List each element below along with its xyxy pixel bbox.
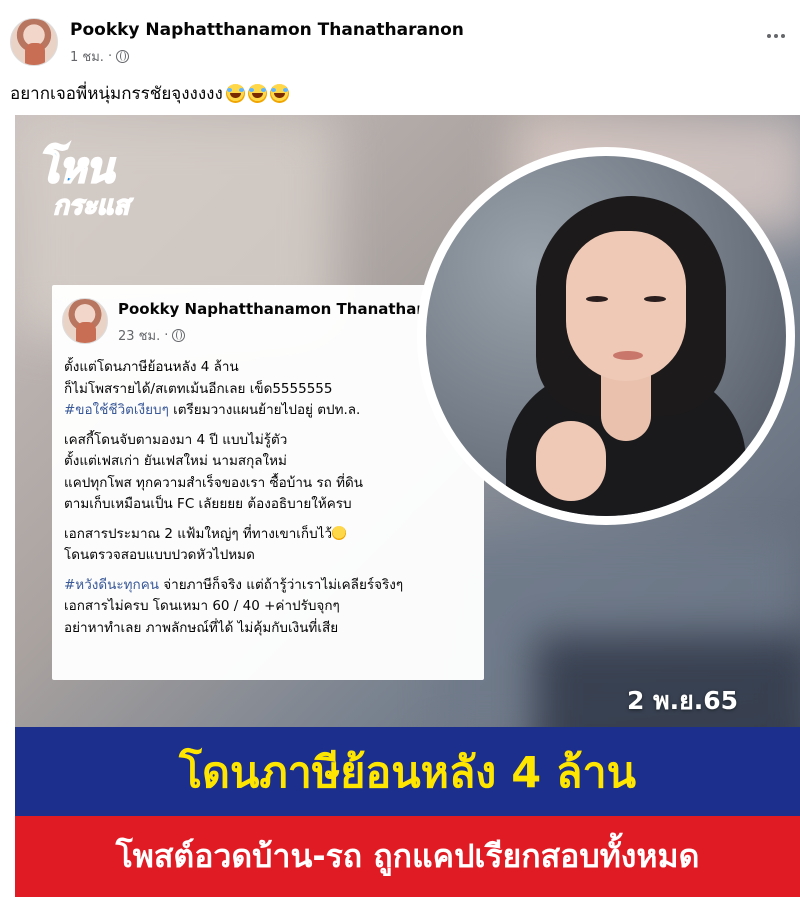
text-line: เอกสารไม่ครบ โดนเหมา 60 / 40 +ค่าปรับจุก… [64,598,340,614]
portrait-neck [601,371,651,441]
portrait-lips [613,351,643,360]
text-line: เคสกี้โดนจับตามองมา 4 ปี แบบไม่รู้ตัว [64,431,288,448]
more-options-button[interactable] [762,26,790,46]
inner-post-meta: 23 ชม. · [118,325,186,346]
inner-post-text: ตั้งแต่โดนภาษีย้อนหลัง 4 ล้าน ก็ไม่โพสรา… [64,357,480,647]
portrait-eye [644,296,666,302]
portrait-eye [586,296,608,302]
text-line-rest: เตรียมวางแผนย้ายไปอยู่ ตปท.ล. [168,402,361,418]
rofl-emoji-icon [225,84,245,103]
portrait-hand [536,421,606,501]
headline-top-text: โดนภาษีย้อนหลัง 4 ล้าน [178,747,637,798]
globe-icon[interactable] [116,50,130,63]
more-options-dot [774,34,778,38]
post-image[interactable]: โหน กระแส Pookky Naphatthanamon Thanatha… [15,115,800,897]
text-line-rest: จ่ายภาษีก็จริง แต่ถ้ารู้ว่าเราไม่เคลียร์… [158,576,404,593]
date-label: 2 พ.ย.65 [627,686,739,715]
globe-icon [172,329,186,342]
post-time[interactable]: 1 ชม. [70,46,104,67]
paragraph-2: เคสกี้โดนจับตามองมา 4 ปี แบบไม่รู้ตัว ตั… [64,430,480,516]
rofl-emoji-icon [332,525,347,540]
paragraph-4: #หวังดีนะทุกคน จ่ายภาษีก็จริง แต่ถ้ารู้ว… [64,575,480,640]
post-meta: 1 ชม. · [70,46,130,67]
hashtag-link: #หวังดีนะทุกคน [64,576,159,593]
text-line: แคปทุกโพส ทุกความสำเร็จของเรา ซื้อบ้าน ร… [64,474,364,491]
more-options-dot [781,34,785,38]
text-line: ตามเก็บเหมือนเป็น FC เลัยยยย ต้องอธิบายใ… [64,496,352,512]
logo-bottom-text: กระแส [52,190,130,222]
show-logo: โหน กระแส [36,135,167,225]
text-line: ตั้งแต่เฟสเก่า ยันเฟสใหม่ นามสกุลใหม่ [64,453,287,469]
portrait-circle [417,147,795,525]
hashtag-link: #ขอใช้ชีวิตเงียบๆ [64,402,169,418]
meta-separator: · [107,49,113,64]
more-options-icon [767,34,771,38]
text-line: ก็ไม่โพสรายได้/สเตทเม้นอีกเลย เข็ด555555… [64,380,333,397]
post-caption: อยากเจอพี่หนุ่มกรรชัยจุงงงงง [10,80,289,107]
text-line: #หวังดีนะทุกคน จ่ายภาษีก็จริง แต่ถ้ารู้ว… [64,575,480,597]
paragraph-3: เอกสารประมาณ 2 แฟ้มใหญ่ๆ ที่ทางเขาเก็บไว… [64,524,480,567]
inner-author-name: Pookky Naphatthanamon Thanathar [118,300,424,318]
inner-post-time: 23 ชม. [118,329,161,344]
paragraph-1: ตั้งแต่โดนภาษีย้อนหลัง 4 ล้าน ก็ไม่โพสรา… [64,357,480,422]
text-line: อย่าหาทำเลย ภาพลักษณ์ที่ได้ ไม่คุ้มกับเง… [64,619,339,636]
headline-bottom-text: โพสต์อวดบ้าน-รถ ถูกแคปเรียกสอบทั้งหมด [115,837,700,875]
author-name[interactable]: Pookky Naphatthanamon Thanatharanon [70,20,464,40]
caption-text: อยากเจอพี่หนุ่มกรรชัยจุงงงงง [10,84,223,104]
text-line-main: เอกสารประมาณ 2 แฟ้มใหญ่ๆ ที่ทางเขาเก็บไว… [64,525,333,542]
text-line: เอกสารประมาณ 2 แฟ้มใหญ่ๆ ที่ทางเขาเก็บไว… [64,524,480,546]
headline-banner-top: โดนภาษีย้อนหลัง 4 ล้าน [15,727,800,816]
headline-banner-bottom: โพสต์อวดบ้าน-รถ ถูกแคปเรียกสอบทั้งหมด [15,816,800,897]
post-header: Pookky Naphatthanamon Thanatharanon 1 ชม… [0,0,800,70]
author-avatar[interactable] [10,18,58,66]
portrait-photo [426,156,786,516]
text-line: โดนตรวจสอบแบบปวดหัวไปหมด [64,547,255,563]
inner-author-avatar [62,298,108,344]
rofl-emoji-icon [247,84,267,103]
inner-meta-separator: · [164,328,169,343]
rofl-emoji-icon [269,84,289,103]
text-line: #ขอใช้ชีวิตเงียบๆ เตรียมวางแผนย้ายไปอยู่… [64,400,480,422]
